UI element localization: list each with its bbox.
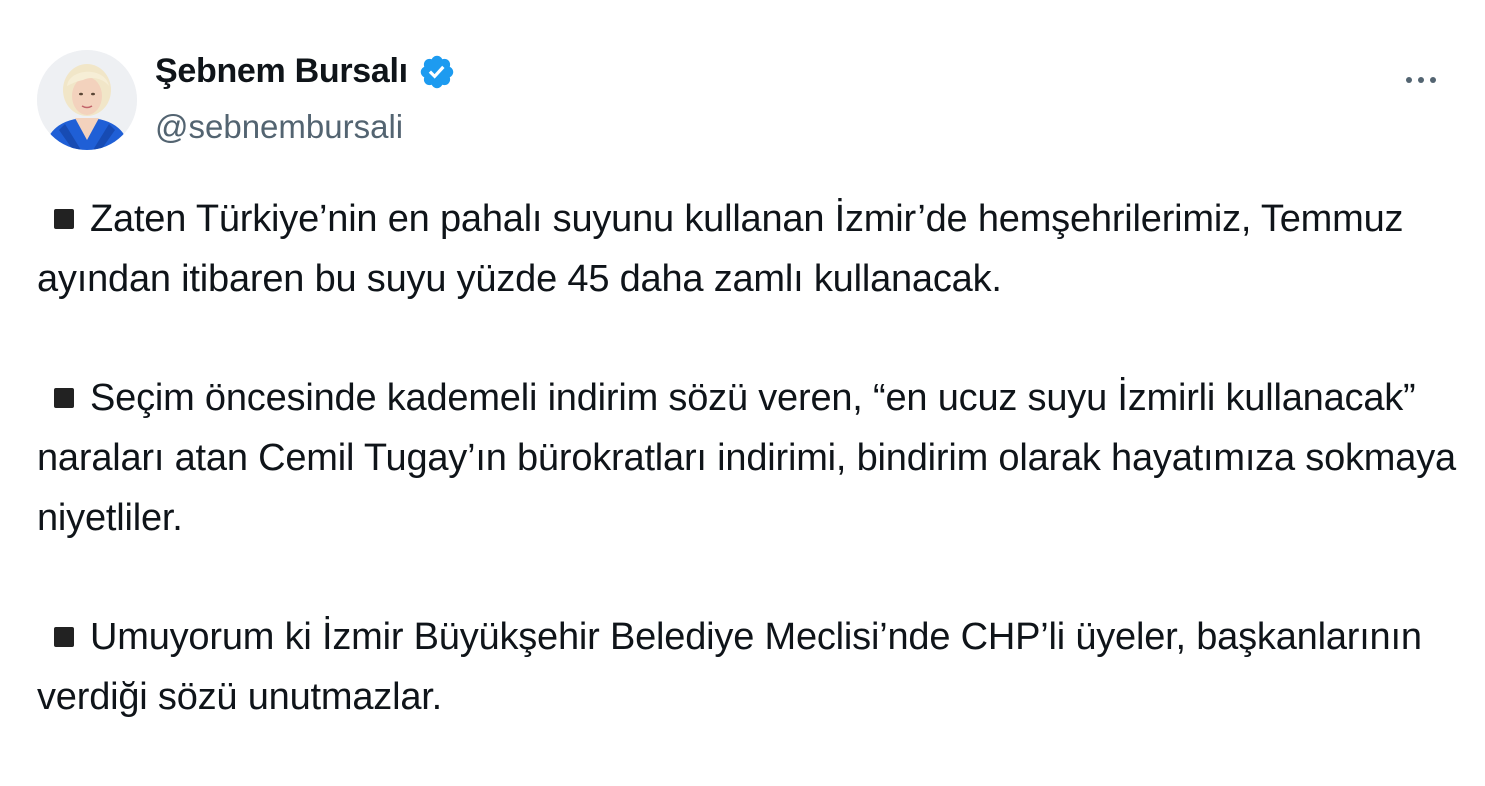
tweet-paragraph: Seçim öncesinde kademeli indirim sözü ve… [37,368,1457,548]
tweet-text: Zaten Türkiye’nin en pahalı suyunu kulla… [37,189,1457,786]
square-bullet-icon [54,388,74,409]
tweet-card: Şebnem Bursalı @sebnembursali Zaten Türk… [0,0,1485,750]
tweet-paragraph: Umuyorum ki İzmir Büyükşehir Belediye Me… [37,607,1457,727]
more-options-button[interactable] [1396,60,1446,100]
tweet-paragraph: Zaten Türkiye’nin en pahalı suyunu kulla… [37,189,1457,309]
avatar[interactable] [37,50,137,150]
profile-photo-icon [37,50,137,150]
author-display-name[interactable]: Şebnem Bursalı [155,52,408,91]
paragraph-text: Zaten Türkiye’nin en pahalı suyunu kulla… [37,198,1404,300]
more-options-icon [1406,77,1436,83]
paragraph-text: Seçim öncesinde kademeli indirim sözü ve… [37,377,1456,539]
square-bullet-icon [54,627,74,648]
verified-badge-icon [420,55,454,88]
square-bullet-icon [54,209,74,230]
author-name-row: Şebnem Bursalı [155,52,456,91]
paragraph-text: Umuyorum ki İzmir Büyükşehir Belediye Me… [37,616,1422,718]
author-handle[interactable]: @sebnembursali [155,108,403,146]
